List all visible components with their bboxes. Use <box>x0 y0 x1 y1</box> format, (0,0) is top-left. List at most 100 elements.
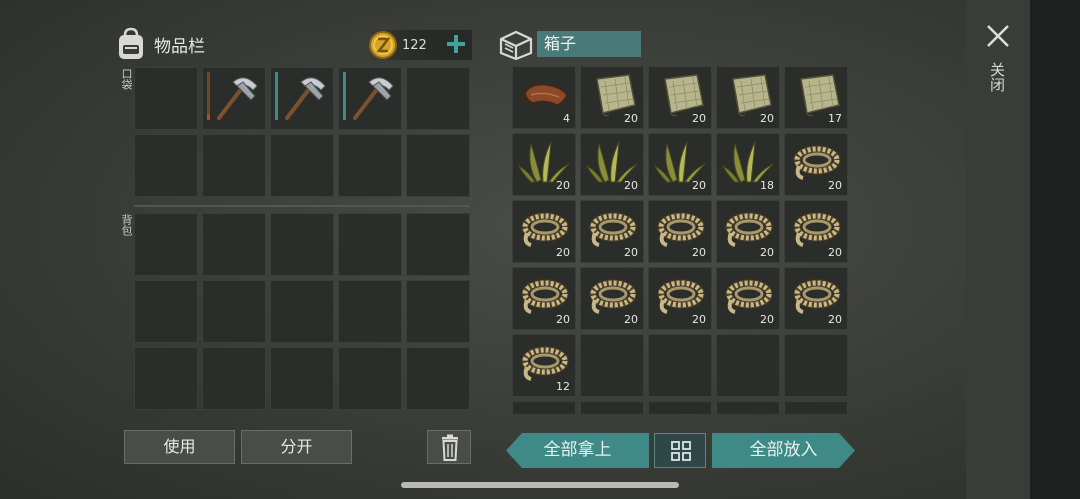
box-slot[interactable] <box>716 401 780 414</box>
item-count: 20 <box>828 313 842 326</box>
box-slot[interactable]: 20 <box>784 133 848 196</box>
item-count: 20 <box>760 112 774 125</box>
pocket-slot[interactable] <box>270 67 334 130</box>
backpack-slot[interactable] <box>270 213 334 276</box>
box-slot[interactable] <box>648 334 712 397</box>
pickaxe-icon <box>343 72 394 120</box>
backpack-slot[interactable] <box>338 280 402 343</box>
box-slot[interactable]: 20 <box>784 267 848 330</box>
box-slot[interactable] <box>784 401 848 414</box>
box-slot[interactable] <box>716 334 780 397</box>
box-slot[interactable]: 20 <box>512 267 576 330</box>
grid-icon <box>671 441 691 461</box>
backpack-slot[interactable] <box>134 280 198 343</box>
box-grid[interactable]: 4 20 20 20 17 20 20 20 18 20 20 20 20 20 20 20 20 20 20 20 1… <box>512 66 850 414</box>
pocket-slot[interactable] <box>406 67 470 130</box>
item-count: 20 <box>556 179 570 192</box>
put-all-button[interactable]: 全部放入 <box>712 433 855 468</box>
box-slot[interactable] <box>580 401 644 414</box>
item-count: 20 <box>692 179 706 192</box>
box-slot[interactable]: 18 <box>716 133 780 196</box>
item-count: 20 <box>556 313 570 326</box>
backpack-label: 背包 <box>120 214 133 236</box>
box-slot[interactable]: 20 <box>512 200 576 263</box>
item-count: 20 <box>828 179 842 192</box>
box-slot[interactable]: 20 <box>716 267 780 330</box>
use-button[interactable]: 使用 <box>124 430 235 464</box>
discard-button[interactable] <box>427 430 471 464</box>
box-slot[interactable]: 20 <box>784 200 848 263</box>
box-header: 箱子 <box>497 27 641 61</box>
backpack-slot[interactable] <box>134 347 198 410</box>
item-count: 20 <box>692 313 706 326</box>
backpack-slot[interactable] <box>270 280 334 343</box>
sort-button[interactable] <box>654 433 706 468</box>
backpack-slot[interactable] <box>202 280 266 343</box>
box-title: 箱子 <box>537 31 641 57</box>
backpack-slot[interactable] <box>338 213 402 276</box>
pocket-slot[interactable] <box>338 134 402 197</box>
item-count: 20 <box>828 246 842 259</box>
item-count: 18 <box>760 179 774 192</box>
pocket-slot[interactable] <box>202 134 266 197</box>
item-count: 20 <box>624 179 638 192</box>
pocket-slot[interactable] <box>134 134 198 197</box>
backpack-slot[interactable] <box>202 347 266 410</box>
item-count: 4 <box>563 112 570 125</box>
item-count: 20 <box>556 246 570 259</box>
box-slot[interactable]: 4 <box>512 66 576 129</box>
section-divider <box>134 205 470 207</box>
pocket-label: 口袋 <box>120 68 133 90</box>
box-slot[interactable]: 20 <box>648 133 712 196</box>
box-slot[interactable]: 20 <box>580 267 644 330</box>
box-slot[interactable] <box>512 401 576 414</box>
close-button-label[interactable]: 关闭 <box>988 62 1006 92</box>
box-slot[interactable]: 20 <box>648 200 712 263</box>
item-count: 20 <box>692 112 706 125</box>
home-indicator[interactable] <box>401 482 679 488</box>
box-slot[interactable]: 12 <box>512 334 576 397</box>
box-slot[interactable]: 20 <box>716 200 780 263</box>
box-slot[interactable]: 20 <box>716 66 780 129</box>
box-slot[interactable]: 20 <box>580 133 644 196</box>
box-slot[interactable]: 17 <box>784 66 848 129</box>
backpack-slot[interactable] <box>134 213 198 276</box>
pickaxe-icon <box>207 72 258 120</box>
item-count: 17 <box>828 112 842 125</box>
trash-icon <box>442 434 458 461</box>
item-count: 20 <box>624 246 638 259</box>
box-slot[interactable]: 20 <box>580 66 644 129</box>
pocket-slot[interactable] <box>338 67 402 130</box>
backpack-slot[interactable] <box>406 347 470 410</box>
backpack-slot[interactable] <box>406 213 470 276</box>
box-slot[interactable]: 20 <box>648 267 712 330</box>
pocket-slot[interactable] <box>406 134 470 197</box>
coin-balance: 122 <box>368 30 472 60</box>
pocket-slot[interactable] <box>270 134 334 197</box>
close-icon[interactable] <box>984 22 1012 50</box>
box-slot[interactable] <box>580 334 644 397</box>
box-slot[interactable]: 20 <box>580 200 644 263</box>
box-slot[interactable]: 20 <box>512 133 576 196</box>
item-count: 20 <box>624 313 638 326</box>
item-count: 20 <box>624 112 638 125</box>
item-count: 20 <box>760 246 774 259</box>
backpack-icon <box>119 27 143 59</box>
box-slot[interactable] <box>648 401 712 414</box>
backpack-slot[interactable] <box>270 347 334 410</box>
box-icon <box>499 30 533 61</box>
inventory-title: 物品栏 <box>154 36 205 57</box>
split-button[interactable]: 分开 <box>241 430 352 464</box>
pocket-slot[interactable] <box>202 67 266 130</box>
pickaxe-icon <box>275 72 326 120</box>
backpack-slot[interactable] <box>406 280 470 343</box>
item-count: 20 <box>760 313 774 326</box>
item-count: 12 <box>556 380 570 393</box>
backpack-slot[interactable] <box>202 213 266 276</box>
take-all-button[interactable]: 全部拿上 <box>506 433 649 468</box>
backpack-slot[interactable] <box>338 347 402 410</box>
pocket-slot[interactable] <box>134 67 198 130</box>
box-slot[interactable] <box>784 334 848 397</box>
box-slot[interactable]: 20 <box>648 66 712 129</box>
add-coins-button[interactable] <box>444 32 468 56</box>
